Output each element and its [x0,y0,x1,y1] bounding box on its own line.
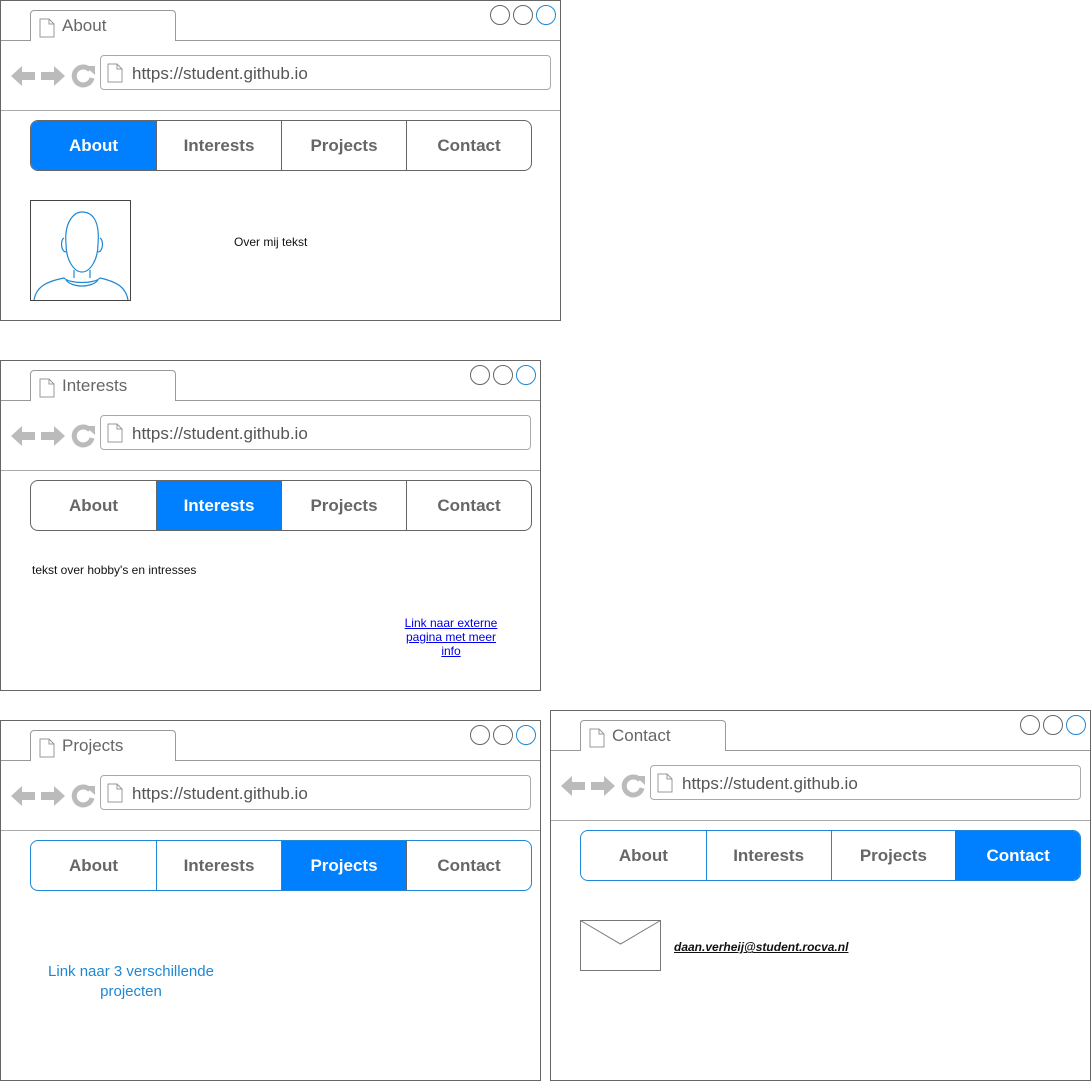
restore-button[interactable] [493,725,513,745]
back-arrow-icon[interactable] [561,776,585,796]
forward-arrow-icon[interactable] [591,776,615,796]
address-bar[interactable]: https://student.github.io [650,765,1081,800]
page-icon [107,423,123,443]
page-icon [107,783,123,803]
browser-tab[interactable]: Projects [30,730,176,761]
forward-arrow-icon[interactable] [41,786,65,806]
toolbar-divider [1,830,540,831]
restore-button[interactable] [513,5,533,25]
toolbar-divider [1,110,560,111]
back-arrow-icon[interactable] [11,786,35,806]
nav-projects[interactable]: Projects [830,831,956,880]
restore-button[interactable] [493,365,513,385]
browser-nav-buttons [11,64,95,88]
forward-arrow-icon[interactable] [41,426,65,446]
nav-projects[interactable]: Projects [281,481,406,530]
reload-icon[interactable] [71,64,95,88]
nav-menu: About Interests Projects Contact [30,480,532,531]
minimize-button[interactable] [470,365,490,385]
page-icon [39,738,55,758]
external-link[interactable]: Link naar externe pagina met meer info [397,616,505,658]
tab-title: About [62,16,107,35]
close-button[interactable] [516,725,536,745]
about-text: Over mij tekst [234,235,308,249]
back-arrow-icon[interactable] [11,426,35,446]
url-text: https://student.github.io [132,784,308,803]
tab-title: Interests [62,376,128,395]
toolbar-divider [551,820,1090,821]
window-controls [1017,715,1086,737]
window-controls [467,725,536,747]
nav-contact[interactable]: Contact [406,841,531,890]
nav-about[interactable]: About [581,831,706,880]
nav-interests[interactable]: Interests [156,481,281,530]
browser-nav-buttons [11,424,95,448]
browser-nav-buttons [11,784,95,808]
nav-about[interactable]: About [31,121,156,170]
link-line: Link naar externe [404,616,498,630]
link-line: info [441,644,461,658]
nav-interests[interactable]: Interests [156,121,281,170]
tab-title: Projects [62,736,124,755]
minimize-button[interactable] [1020,715,1040,735]
url-text: https://student.github.io [132,64,308,83]
reload-icon[interactable] [71,784,95,808]
address-bar[interactable]: https://student.github.io [100,55,551,90]
nav-projects[interactable]: Projects [281,841,406,890]
browser-nav-buttons [561,774,645,798]
nav-contact[interactable]: Contact [406,481,531,530]
link-line: pagina met meer [405,630,497,644]
close-button[interactable] [536,5,556,25]
restore-button[interactable] [1043,715,1063,735]
window-controls [487,5,556,27]
nav-contact[interactable]: Contact [955,831,1080,880]
nav-menu: About Interests Projects Contact [580,830,1081,881]
browser-window-about: About https://student.github.io About In… [0,0,561,321]
nav-projects[interactable]: Projects [281,121,406,170]
nav-menu: About Interests Projects Contact [30,840,532,891]
reload-icon[interactable] [71,424,95,448]
minimize-button[interactable] [490,5,510,25]
nav-menu: About Interests Projects Contact [30,120,532,171]
link-line: projecten [100,983,162,1000]
address-bar[interactable]: https://student.github.io [100,415,531,450]
forward-arrow-icon[interactable] [41,66,65,86]
minimize-button[interactable] [470,725,490,745]
reload-icon[interactable] [621,774,645,798]
page-icon [107,63,123,83]
page-icon [589,728,605,748]
page-icon [39,378,55,398]
nav-interests[interactable]: Interests [156,841,281,890]
nav-contact[interactable]: Contact [406,121,531,170]
browser-tab[interactable]: About [30,10,176,41]
close-button[interactable] [516,365,536,385]
url-text: https://student.github.io [132,424,308,443]
browser-window-projects: Projects https://student.github.io About… [0,720,541,1081]
back-arrow-icon[interactable] [11,66,35,86]
browser-tab[interactable]: Contact [580,720,726,751]
user-avatar-icon [30,200,131,301]
url-text: https://student.github.io [682,774,858,793]
page-icon [39,18,55,38]
page-icon [657,773,673,793]
tab-title: Contact [612,726,671,745]
nav-interests[interactable]: Interests [705,831,831,880]
close-button[interactable] [1066,715,1086,735]
browser-tab[interactable]: Interests [30,370,176,401]
link-line: Link naar 3 verschillende [48,963,214,980]
email-link[interactable]: daan.verheij@student.rocva.nl [674,940,848,954]
window-controls [467,365,536,387]
nav-about[interactable]: About [31,481,156,530]
browser-window-interests: Interests https://student.github.io Abou… [0,360,541,691]
envelope-icon [580,920,661,971]
projects-link[interactable]: Link naar 3 verschillende projecten [31,962,231,1002]
hobby-text: tekst over hobby's en intresses [32,563,197,577]
browser-window-contact: Contact https://student.github.io About … [550,710,1091,1081]
toolbar-divider [1,470,540,471]
address-bar[interactable]: https://student.github.io [100,775,531,810]
nav-about[interactable]: About [31,841,156,890]
